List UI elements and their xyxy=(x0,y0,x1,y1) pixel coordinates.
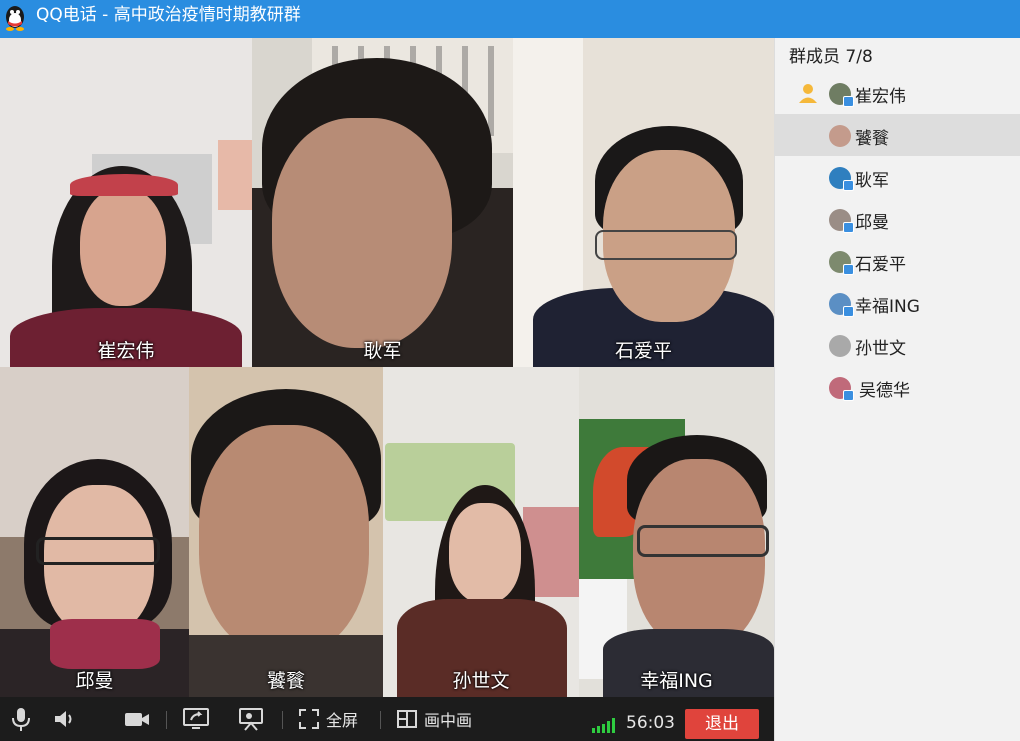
window-title: QQ电话 - 高中政治疫情时期教研群 xyxy=(36,5,301,25)
member-item[interactable]: 饕餮 xyxy=(775,114,1020,156)
participant-name: 幸福ING xyxy=(640,670,713,692)
member-name: 吴德华 xyxy=(859,381,910,401)
member-item[interactable]: 幸福ING xyxy=(775,282,1020,324)
member-name: 幸福ING xyxy=(855,297,920,317)
member-name: 邱曼 xyxy=(855,213,889,233)
call-timer: 56:03 xyxy=(626,713,675,733)
device-icon xyxy=(843,264,854,275)
participant-name: 邱曼 xyxy=(75,670,114,692)
member-item[interactable]: 孙世文 xyxy=(775,324,1020,366)
signal-strength-icon xyxy=(592,718,615,733)
video-tile-5[interactable]: 饕餮 xyxy=(189,367,383,697)
device-icon xyxy=(843,180,854,191)
microphone-icon xyxy=(12,708,30,731)
slideshow-icon xyxy=(239,708,263,731)
title-bar: QQ电话 - 高中政治疫情时期教研群 xyxy=(0,0,1020,38)
toolbar-divider xyxy=(380,711,381,729)
video-tile-1[interactable]: 崔宏伟 xyxy=(0,38,252,367)
device-icon xyxy=(843,306,854,317)
host-icon xyxy=(799,84,817,103)
poster xyxy=(218,140,252,210)
picture-in-picture-button[interactable]: 画中画 xyxy=(396,697,472,741)
fullscreen-button[interactable]: 全屏 xyxy=(298,697,358,741)
headband xyxy=(70,174,178,196)
toolbar-divider xyxy=(282,711,283,729)
member-name: 孙世文 xyxy=(855,339,906,359)
camera-icon xyxy=(125,713,149,726)
picture-in-picture-icon xyxy=(397,710,417,728)
participant-name: 饕餮 xyxy=(266,670,305,692)
participant-name: 石爱平 xyxy=(614,340,672,362)
member-name: 石爱平 xyxy=(855,255,906,275)
member-item[interactable]: 耿军 xyxy=(775,156,1020,198)
avatar xyxy=(829,335,851,357)
toolbar-divider xyxy=(166,711,167,729)
camera-button[interactable] xyxy=(123,697,151,741)
member-item[interactable]: 邱曼 xyxy=(775,198,1020,240)
video-tile-3[interactable]: 石爱平 xyxy=(513,38,774,367)
participant-face xyxy=(80,188,166,306)
fullscreen-label: 全屏 xyxy=(326,711,359,730)
microphone-button[interactable] xyxy=(10,697,32,741)
speaker-button[interactable] xyxy=(52,697,76,741)
member-count-header: 群成员 7/8 xyxy=(789,47,873,67)
avatar xyxy=(829,125,851,147)
participant-face xyxy=(272,118,452,348)
speaker-icon xyxy=(55,711,72,727)
device-icon xyxy=(843,390,854,401)
share-screen-icon xyxy=(183,708,209,729)
exit-button[interactable]: 退出 xyxy=(685,709,759,739)
scarf xyxy=(50,619,160,669)
slideshow-button[interactable] xyxy=(237,697,265,741)
pip-label: 画中画 xyxy=(424,711,473,730)
participant-glasses xyxy=(595,230,737,260)
video-tile-6[interactable]: 孙世文 xyxy=(383,367,579,697)
member-name: 耿军 xyxy=(855,171,889,191)
fullscreen-icon xyxy=(299,709,319,729)
device-icon xyxy=(843,222,854,233)
member-item[interactable]: 吴德华 xyxy=(775,366,1020,408)
member-item[interactable]: 石爱平 xyxy=(775,240,1020,282)
member-item[interactable]: 崔宏伟 xyxy=(775,72,1020,114)
participant-glasses xyxy=(36,537,160,565)
participant-name: 孙世文 xyxy=(452,670,510,692)
device-icon xyxy=(843,96,854,107)
participant-glasses xyxy=(637,525,769,557)
qq-logo-icon xyxy=(6,6,24,31)
participant-name: 耿军 xyxy=(363,340,402,362)
member-name: 饕餮 xyxy=(855,129,889,149)
video-tile-7[interactable]: 幸福ING xyxy=(579,367,774,697)
member-sidebar: 群成员 7/8 崔宏伟 饕餮 耿军 邱曼 石爱平 幸福ING 孙世文 吴德华 xyxy=(774,38,1020,741)
participant-name: 崔宏伟 xyxy=(97,340,155,362)
video-grid: 崔宏伟 耿军 石爱平 邱曼 饕餮 孙世文 幸福ING xyxy=(0,38,774,697)
member-name: 崔宏伟 xyxy=(855,87,906,107)
participant-face xyxy=(199,425,369,655)
video-tile-4[interactable]: 邱曼 xyxy=(0,367,189,697)
video-tile-2[interactable]: 耿军 xyxy=(252,38,513,367)
share-screen-button[interactable] xyxy=(182,697,210,741)
participant-face xyxy=(449,503,521,603)
